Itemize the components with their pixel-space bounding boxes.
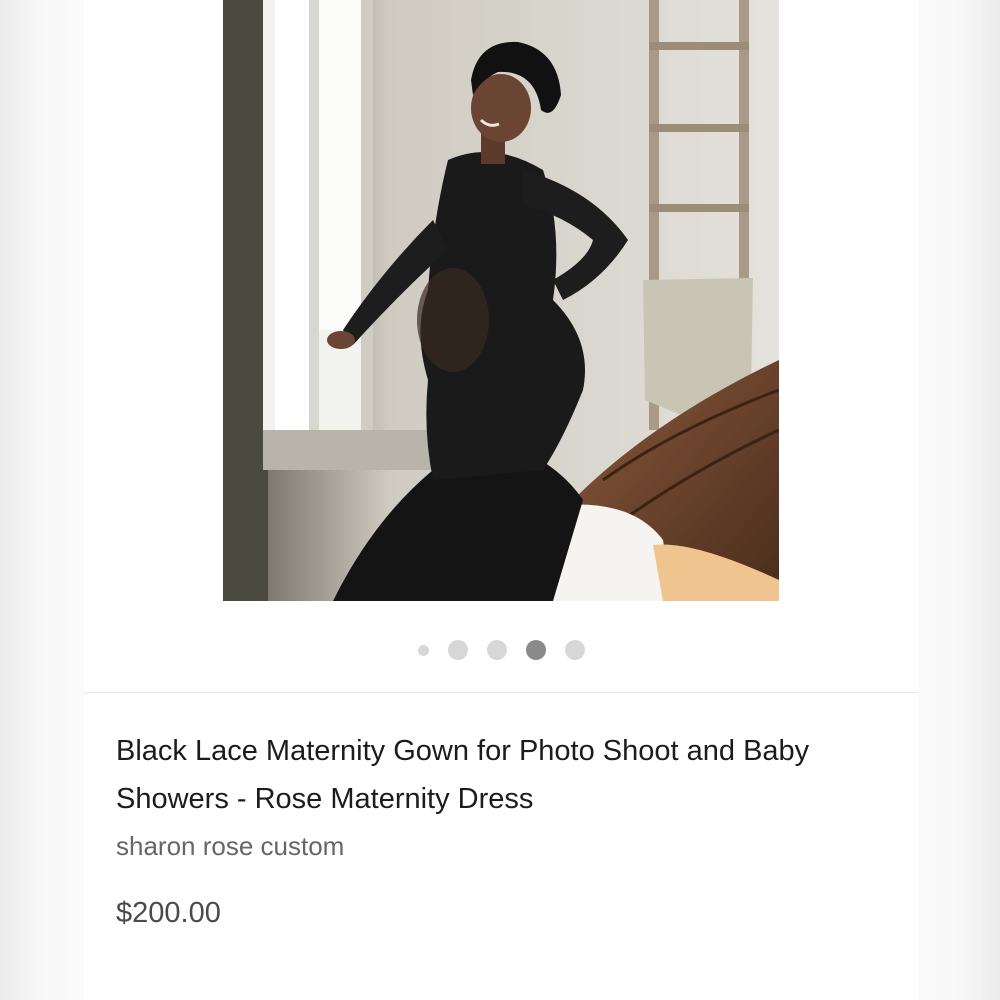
carousel-dot[interactable]	[486, 640, 507, 660]
carousel-dot[interactable]	[417, 644, 429, 656]
carousel-dot-active[interactable]	[525, 640, 546, 660]
carousel-dot[interactable]	[564, 640, 585, 660]
product-title[interactable]: Black Lace Maternity Gown for Photo Shoo…	[116, 727, 896, 823]
carousel-dot[interactable]	[447, 640, 468, 660]
divider	[84, 692, 918, 693]
carousel-pagination	[84, 640, 918, 660]
product-photo-illustration	[223, 0, 779, 601]
product-price: $200.00	[116, 897, 221, 929]
product-image[interactable]	[223, 0, 779, 601]
seller-name[interactable]: sharon rose custom	[116, 828, 344, 864]
product-card: Black Lace Maternity Gown for Photo Shoo…	[84, 0, 918, 1000]
